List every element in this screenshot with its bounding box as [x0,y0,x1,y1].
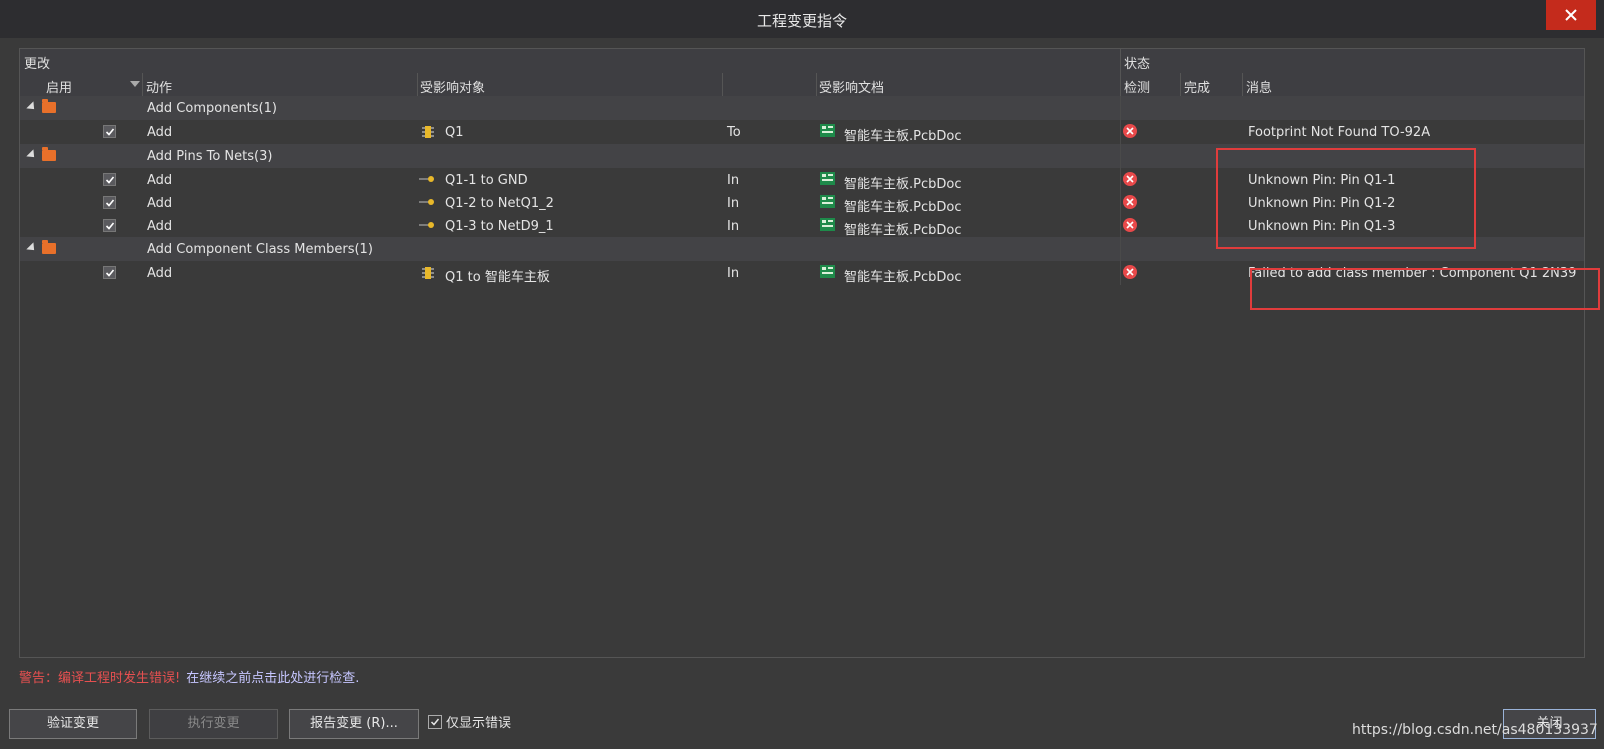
error-icon [1123,265,1137,279]
action-text: Add [147,173,173,188]
action-text: Add [147,219,173,234]
action-text: Add [147,196,173,211]
document-text: 智能车主板.PcbDoc [844,223,962,238]
folder-icon [42,240,56,254]
validate-changes-button[interactable]: 验证变更 [9,709,137,739]
prep-text: In [727,196,740,211]
group-label: Add Pins To Nets(3) [147,149,273,164]
object-text: Q1-2 to NetQ1_2 [445,196,554,211]
highlight-box-unknown-pins [1216,148,1476,249]
pcb-document-icon [820,195,835,208]
error-icon [1123,195,1137,209]
object-text: Q1 [445,125,464,140]
enable-checkbox[interactable] [103,266,116,279]
changes-grid[interactable]: 更改 状态 启用 动作 受影响对象 受影响文档 检测 完成 消息 Add Com… [19,48,1585,658]
pin-net-icon [419,199,434,205]
header-column-row: 启用 动作 受影响对象 受影响文档 检测 完成 消息 [20,73,1584,98]
prep-text: In [727,219,740,234]
document-text: 智能车主板.PcbDoc [844,200,962,215]
document-text: 智能车主板.PcbDoc [844,270,962,285]
highlight-box-class-member [1250,268,1600,310]
execute-changes-button[interactable]: 执行变更 [149,709,278,739]
pcb-document-icon [820,172,835,185]
document-text: 智能车主板.PcbDoc [844,177,962,192]
group-label: Add Component Class Members(1) [147,242,373,257]
pin-net-icon [419,176,434,182]
close-icon [1565,9,1577,21]
action-text: Add [147,125,173,140]
collapse-arrow-icon[interactable] [26,242,38,254]
title-bar: 工程变更指令 [0,0,1604,38]
check-icon [430,718,440,726]
component-icon [422,126,434,138]
error-icon [1123,172,1137,186]
folder-icon [42,99,56,113]
col-affected-document[interactable]: 受影响文档 [819,77,884,96]
pcb-document-icon [820,218,835,231]
table-row[interactable]: Add Q1 To 智能车主板.PcbDoc Footprint Not Fou… [20,120,1584,144]
window-close-button[interactable] [1546,0,1596,30]
sort-arrow-icon[interactable] [130,81,140,87]
col-enable[interactable]: 启用 [46,77,72,96]
error-icon [1123,218,1137,232]
only-show-errors-label: 仅显示错误 [446,716,512,731]
enable-checkbox[interactable] [103,173,116,186]
enable-checkbox[interactable] [103,196,116,209]
folder-icon [42,147,56,161]
header-changes: 更改 [24,57,51,72]
only-show-errors-checkbox[interactable]: 仅显示错误 [428,712,511,731]
col-affected-object[interactable]: 受影响对象 [420,77,485,96]
col-action[interactable]: 动作 [146,77,172,96]
header-group-row: 更改 状态 [20,49,1584,74]
pcb-document-icon [820,124,835,137]
enable-checkbox[interactable] [103,125,116,138]
header-status: 状态 [1124,57,1151,72]
group-row-add-components[interactable]: Add Components(1) [20,96,1584,120]
col-done[interactable]: 完成 [1184,77,1210,96]
col-message[interactable]: 消息 [1246,77,1272,96]
component-icon [422,267,434,279]
error-icon [1123,124,1137,138]
object-text: Q1 to 智能车主板 [445,270,550,285]
collapse-arrow-icon[interactable] [26,101,38,113]
prep-text: To [727,125,741,140]
prep-text: In [727,173,740,188]
action-text: Add [147,266,173,281]
message-text: Footprint Not Found TO-92A [1248,125,1431,140]
document-text: 智能车主板.PcbDoc [844,129,962,144]
window-title: 工程变更指令 [756,12,847,30]
group-label: Add Components(1) [147,101,277,116]
col-check[interactable]: 检测 [1124,77,1150,96]
watermark-text: https://blog.csdn.net/as480133937 [1352,722,1598,738]
report-changes-button[interactable]: 报告变更 (R)... [289,709,419,739]
object-text: Q1-3 to NetD9_1 [445,219,554,234]
enable-checkbox[interactable] [103,219,116,232]
pcb-document-icon [820,265,835,278]
collapse-arrow-icon[interactable] [26,149,38,161]
object-text: Q1-1 to GND [445,173,528,188]
checkbox-box[interactable] [428,714,442,729]
pin-net-icon [419,222,434,228]
prep-text: In [727,266,740,281]
